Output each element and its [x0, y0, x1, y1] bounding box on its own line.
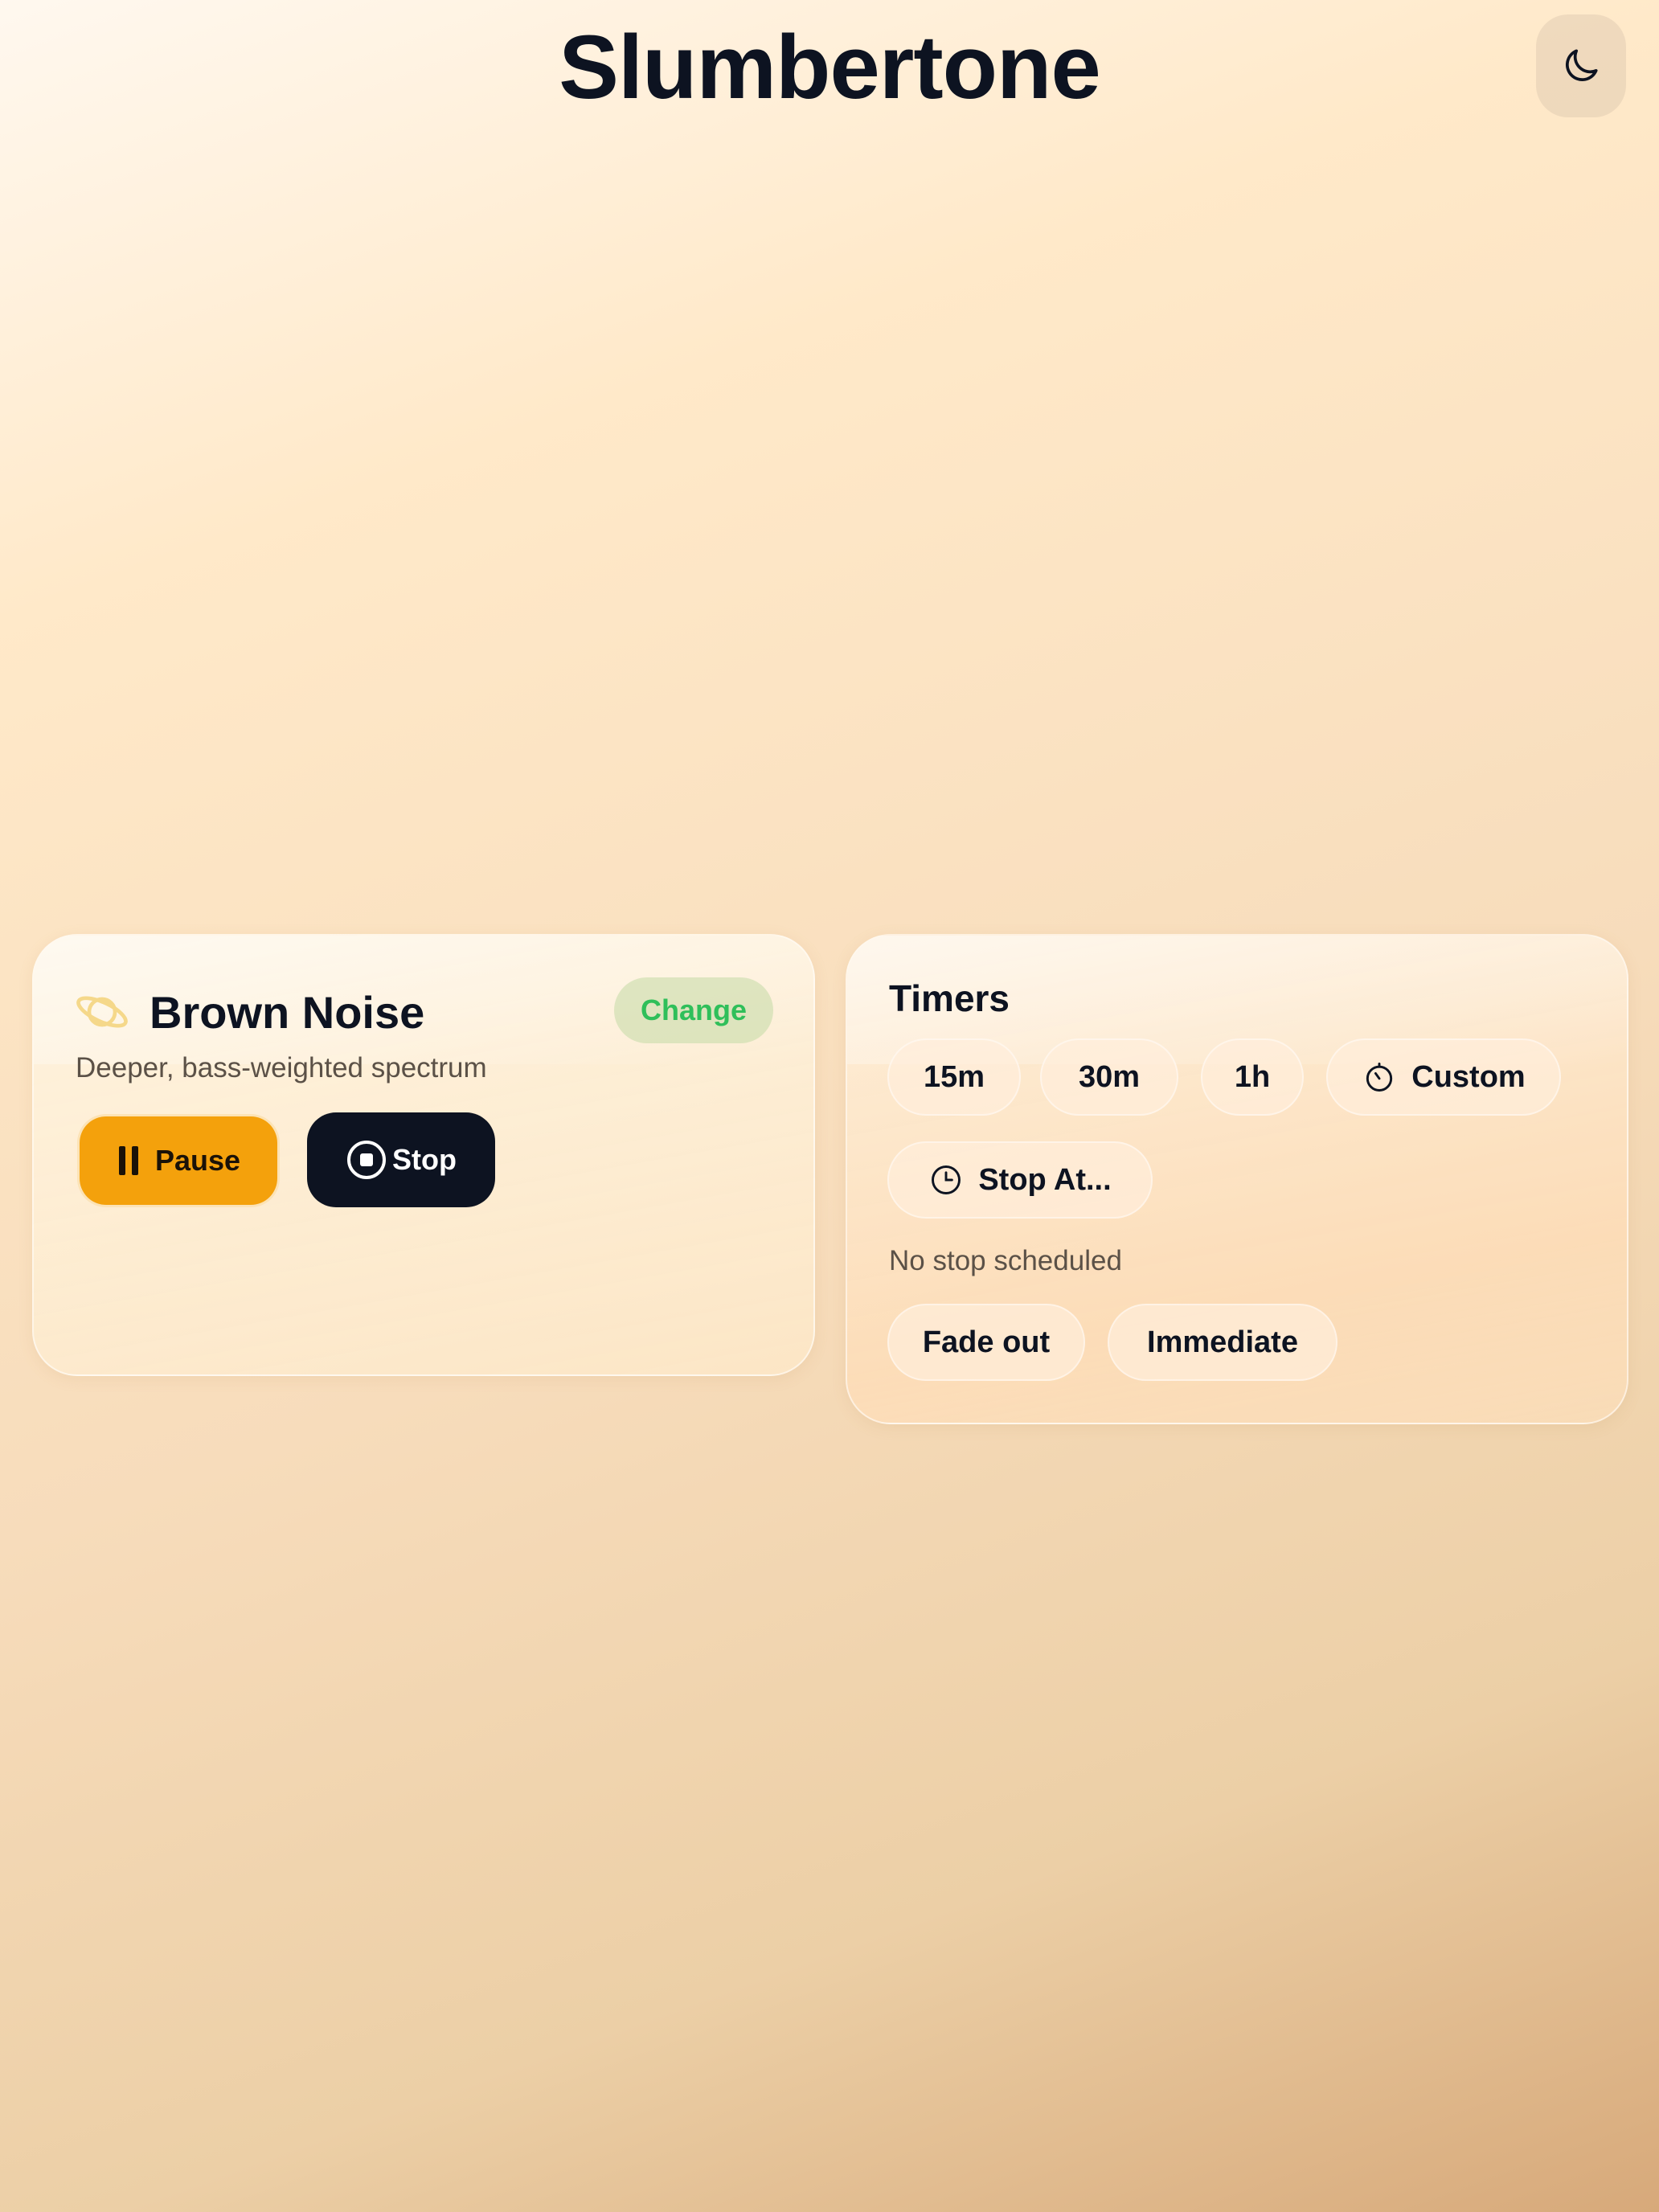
- stop-button[interactable]: Stop: [307, 1112, 495, 1207]
- stop-at-button[interactable]: Stop At...: [887, 1141, 1153, 1219]
- immediate-button[interactable]: Immediate: [1108, 1304, 1337, 1381]
- change-sound-button[interactable]: Change: [614, 977, 773, 1043]
- timer-custom-label: Custom: [1411, 1059, 1526, 1094]
- fade-out-label: Fade out: [922, 1325, 1051, 1359]
- timer-15m-button[interactable]: 15m: [887, 1038, 1021, 1116]
- stop-label: Stop: [392, 1143, 457, 1176]
- fade-out-button[interactable]: Fade out: [887, 1304, 1085, 1381]
- timer-custom-button[interactable]: Custom: [1326, 1038, 1561, 1116]
- planet-icon: [76, 996, 128, 1028]
- timer-1h-button[interactable]: 1h: [1201, 1038, 1304, 1116]
- pause-label: Pause: [154, 1144, 241, 1177]
- moon-icon: [1565, 49, 1598, 82]
- timer-30m-label: 30m: [1078, 1059, 1141, 1094]
- sound-description: Deeper, bass-weighted spectrum: [76, 1052, 487, 1083]
- app-title: Slumbertone: [559, 17, 1101, 117]
- timers-card: Timers 15m 30m 1h Custom Stop At... No s…: [846, 934, 1628, 1424]
- now-playing-card: Brown Noise Change Deeper, bass-weighted…: [32, 934, 815, 1376]
- timer-30m-button[interactable]: 30m: [1040, 1038, 1178, 1116]
- sound-name: Brown Noise: [150, 987, 425, 1038]
- timer-1h-label: 1h: [1234, 1059, 1271, 1094]
- clock-icon: [932, 1165, 961, 1194]
- stop-icon: [347, 1141, 386, 1179]
- theme-toggle-button[interactable]: [1536, 14, 1626, 117]
- pause-icon: [118, 1146, 138, 1175]
- pause-button[interactable]: Pause: [77, 1114, 280, 1207]
- timer-15m-label: 15m: [923, 1059, 985, 1094]
- timer-status: No stop scheduled: [889, 1245, 1122, 1276]
- timer-icon: [1366, 1063, 1393, 1092]
- timers-title: Timers: [889, 977, 1010, 1019]
- immediate-label: Immediate: [1147, 1325, 1298, 1359]
- stop-at-label: Stop At...: [978, 1162, 1112, 1197]
